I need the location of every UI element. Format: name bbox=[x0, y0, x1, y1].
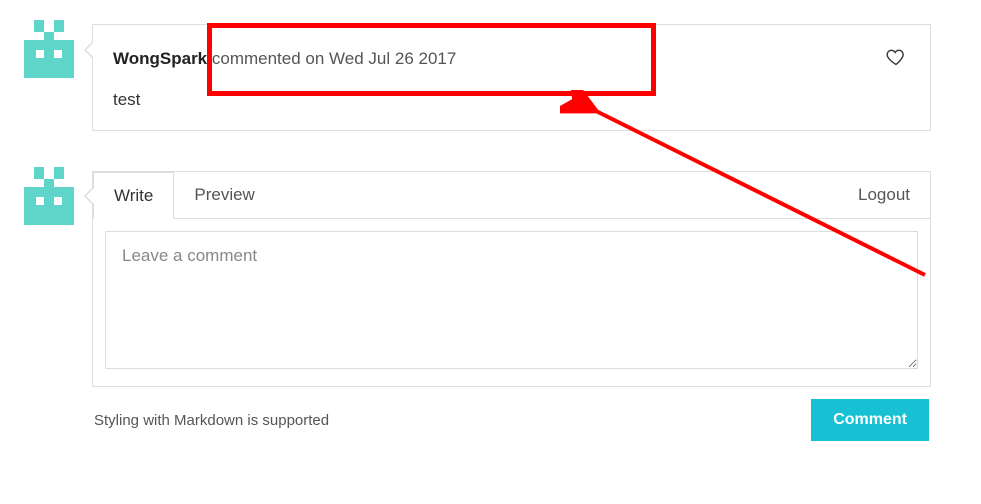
logout-button[interactable]: Logout bbox=[838, 172, 930, 218]
comment-date: Wed Jul 26 2017 bbox=[329, 49, 456, 68]
heart-icon bbox=[886, 55, 906, 70]
editor-tabs: Write Preview Logout bbox=[93, 171, 930, 219]
tab-preview[interactable]: Preview bbox=[174, 172, 274, 218]
submit-comment-button[interactable]: Comment bbox=[811, 399, 929, 441]
avatar bbox=[24, 175, 74, 225]
like-button[interactable] bbox=[882, 43, 910, 74]
comment-input[interactable] bbox=[105, 231, 918, 369]
comment-card: WongSpark commented on Wed Jul 26 2017 t… bbox=[92, 24, 931, 131]
comment-meta: WongSpark commented on Wed Jul 26 2017 bbox=[113, 49, 456, 69]
comment-author[interactable]: WongSpark bbox=[113, 49, 207, 68]
editor-card: Write Preview Logout bbox=[92, 171, 931, 387]
markdown-hint[interactable]: Styling with Markdown is supported bbox=[94, 412, 329, 429]
tab-write[interactable]: Write bbox=[93, 172, 174, 219]
avatar bbox=[24, 28, 74, 78]
comment-body: test bbox=[93, 82, 930, 130]
comment-meta-prefix: commented on bbox=[207, 49, 329, 68]
